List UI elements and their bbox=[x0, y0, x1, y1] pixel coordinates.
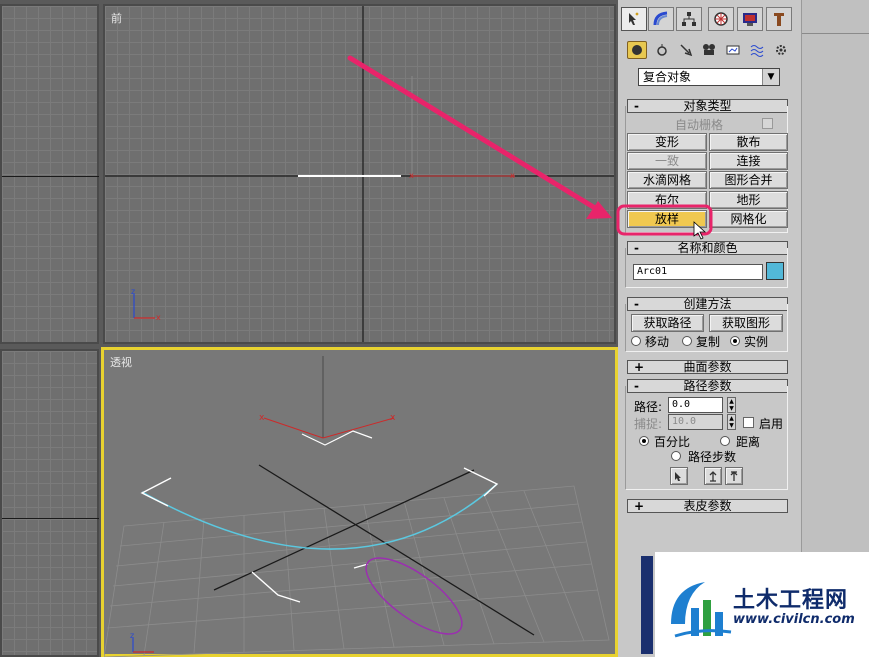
rollout-title: 表皮参数 bbox=[683, 499, 732, 513]
percent-label: 百分比 bbox=[654, 435, 691, 449]
distance-label: 距离 bbox=[736, 435, 761, 449]
loft-button[interactable]: 放样 bbox=[627, 210, 707, 228]
copy-radio[interactable] bbox=[682, 336, 692, 346]
connect-button[interactable]: 连接 bbox=[709, 152, 788, 170]
axis-line bbox=[2, 176, 99, 177]
copy-label: 复制 bbox=[696, 335, 721, 349]
snap-label: 捕捉: bbox=[634, 417, 663, 431]
chevron-down-icon[interactable]: ▼ bbox=[762, 69, 779, 85]
enable-label: 启用 bbox=[759, 417, 784, 431]
mesher-button[interactable]: 网格化 bbox=[709, 210, 788, 228]
motion-tab-icon[interactable] bbox=[708, 7, 734, 31]
viewport-top-left[interactable] bbox=[0, 4, 99, 344]
svg-text:x: x bbox=[409, 171, 414, 180]
next-shape-icon bbox=[730, 471, 738, 481]
svg-text:x: x bbox=[156, 313, 161, 322]
utilities-tab-icon[interactable] bbox=[766, 7, 792, 31]
helpers-icon[interactable] bbox=[723, 41, 743, 59]
move-radio[interactable] bbox=[631, 336, 641, 346]
svg-text:x: x bbox=[390, 413, 396, 423]
hierarchy-tab-icon[interactable] bbox=[676, 7, 702, 31]
create-tab-icon[interactable] bbox=[621, 7, 647, 31]
cameras-icon[interactable] bbox=[699, 41, 719, 59]
path-label: 路径: bbox=[634, 400, 663, 414]
object-name-field[interactable]: Arc01 bbox=[633, 264, 763, 280]
watermark: 土木工程网 www.civilcn.com bbox=[641, 552, 869, 657]
conform-button[interactable]: 一致 bbox=[627, 152, 707, 170]
viewport-perspective[interactable]: 透视 x x z bbox=[101, 347, 618, 657]
category-dropdown[interactable]: 复合对象 ▼ bbox=[638, 68, 780, 86]
pick-shape-button[interactable] bbox=[670, 467, 688, 485]
move-label: 移动 bbox=[645, 335, 670, 349]
modify-tab-icon[interactable] bbox=[648, 7, 674, 31]
blobmesh-button[interactable]: 水滴网格 bbox=[627, 171, 707, 189]
display-tab-icon[interactable] bbox=[737, 7, 763, 31]
get-path-button[interactable]: 获取路径 bbox=[631, 314, 704, 332]
perspective-scene: x x z bbox=[104, 356, 610, 657]
path-steps-label: 路径步数 bbox=[688, 450, 737, 464]
shapemerge-button[interactable]: 图形合并 bbox=[709, 171, 788, 189]
rollout-title: 曲面参数 bbox=[683, 360, 732, 374]
boolean-button[interactable]: 布尔 bbox=[627, 191, 707, 209]
watermark-url: www.civilcn.com bbox=[733, 612, 855, 627]
snap-spinner[interactable]: ▲ ▼ bbox=[727, 414, 736, 430]
path-steps-radio[interactable] bbox=[671, 451, 681, 461]
svg-text:x: x bbox=[259, 413, 265, 423]
path-spinner[interactable]: ▲ ▼ bbox=[727, 397, 736, 413]
percent-radio[interactable] bbox=[639, 436, 649, 446]
geometry-icon[interactable] bbox=[627, 41, 647, 59]
svg-text:z: z bbox=[131, 287, 135, 296]
terrain-button[interactable]: 地形 bbox=[709, 191, 788, 209]
distance-radio[interactable] bbox=[720, 436, 730, 446]
svg-text:x: x bbox=[510, 171, 515, 180]
pick-shape-icon bbox=[675, 472, 681, 481]
scatter-button[interactable]: 散布 bbox=[709, 133, 788, 151]
watermark-title: 土木工程网 bbox=[733, 588, 849, 613]
path-field[interactable]: 0.0 bbox=[668, 397, 723, 413]
viewport-front[interactable]: 前 x x z x bbox=[103, 4, 616, 344]
systems-icon[interactable] bbox=[771, 41, 791, 59]
rollout-skin-params[interactable]: + 表皮参数 bbox=[627, 499, 788, 513]
spacewarps-icon[interactable] bbox=[747, 41, 767, 59]
autogrid-checkbox[interactable] bbox=[762, 118, 773, 129]
shapes-icon[interactable] bbox=[652, 41, 672, 59]
instance-radio[interactable] bbox=[730, 336, 740, 346]
lights-icon[interactable] bbox=[676, 41, 696, 59]
object-color-swatch[interactable] bbox=[766, 262, 784, 280]
instance-label: 实例 bbox=[744, 335, 769, 349]
watermark-bar bbox=[641, 556, 653, 654]
rollout-surface-params[interactable]: + 曲面参数 bbox=[627, 360, 788, 374]
next-shape-button[interactable] bbox=[725, 467, 743, 485]
axis-line bbox=[2, 518, 99, 519]
previous-shape-button[interactable] bbox=[704, 467, 722, 485]
get-shape-button[interactable]: 获取图形 bbox=[709, 314, 783, 332]
morph-button[interactable]: 变形 bbox=[627, 133, 707, 151]
autogrid-label: 自动栅格 bbox=[675, 118, 724, 132]
viewport-bottom-left[interactable] bbox=[0, 349, 99, 657]
previous-shape-icon bbox=[709, 471, 717, 482]
civilcn-logo-icon bbox=[671, 582, 732, 638]
svg-text:z: z bbox=[130, 631, 134, 640]
front-scene: x x z x bbox=[105, 6, 614, 342]
category-dropdown-value: 复合对象 bbox=[643, 70, 692, 84]
enable-snap-checkbox[interactable] bbox=[743, 417, 754, 428]
snap-field[interactable]: 10.0 bbox=[668, 414, 723, 430]
